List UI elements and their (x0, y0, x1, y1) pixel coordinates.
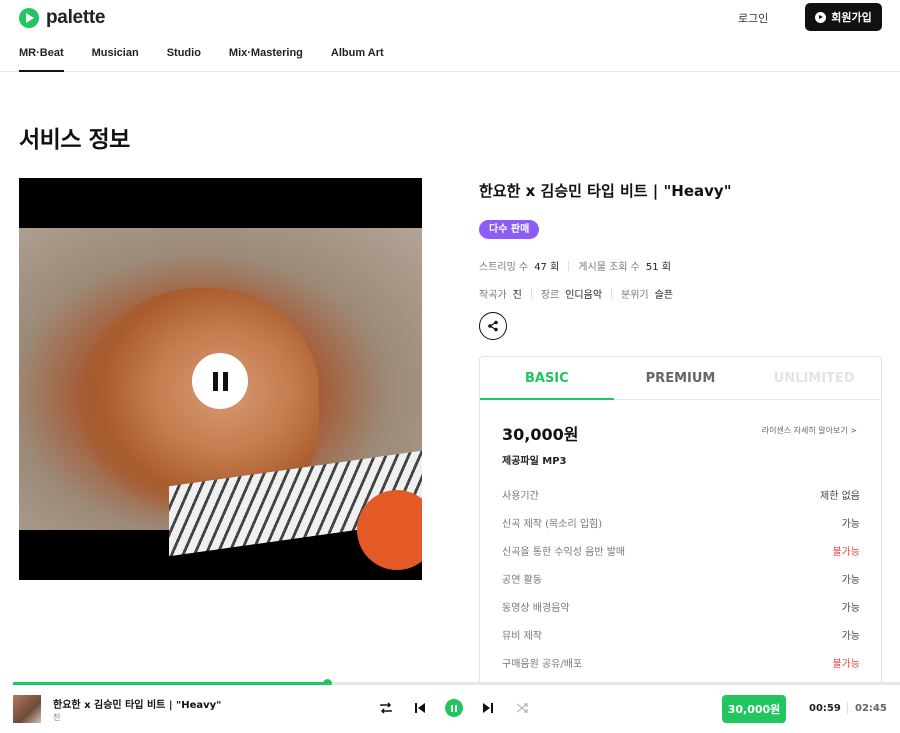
right-label: 뮤비 제작 (502, 631, 542, 642)
list-item: 사용기간 제한 없음 (502, 487, 860, 515)
play-bubble-icon (815, 11, 827, 23)
right-label: 동영상 배경음악 (502, 603, 570, 614)
track-thumbnail[interactable] (13, 695, 41, 723)
list-item: 뮤비 제작 가능 (502, 627, 860, 655)
right-value: 가능 (841, 631, 860, 642)
right-value: 가능 (841, 519, 860, 530)
file-type: 제공파일 MP3 (502, 456, 567, 467)
right-label: 신곡 제작 (목소리 입힘) (502, 519, 603, 530)
tab-premium[interactable]: PREMIUM (614, 357, 748, 399)
right-value: 불가능 (832, 547, 860, 558)
divider (847, 702, 848, 714)
nav-item-musician[interactable]: Musician (92, 47, 139, 72)
right-label: 사용기간 (502, 491, 539, 502)
divider (611, 288, 613, 299)
pause-icon (445, 699, 463, 717)
pause-icon (212, 371, 218, 391)
video-player[interactable] (19, 178, 422, 580)
share-button[interactable] (479, 312, 507, 340)
signup-label: 회원가입 (831, 11, 872, 24)
genre-label: 장르 (540, 290, 560, 301)
current-time: 00:59 (809, 703, 841, 714)
right-value: 불가능 (832, 659, 860, 670)
list-item: 동영상 배경음악 가능 (502, 599, 860, 627)
right-value: 제한 없음 (820, 491, 860, 502)
right-label: 구매음원 공유/배포 (502, 659, 583, 670)
repeat-icon (380, 702, 392, 714)
divider (568, 260, 570, 271)
logo-text: palette (46, 7, 106, 28)
mood-value: 슬픈 (654, 290, 674, 301)
track-info: 작곡가 진 장르 인디음악 분위기 슬픈 (479, 286, 673, 301)
composer-label: 작곡가 (479, 290, 507, 301)
video-pause-button[interactable] (192, 353, 248, 409)
play-pause-button[interactable] (445, 699, 463, 717)
list-item: 공연 활동 가능 (502, 571, 860, 599)
genre-value: 인디음악 (565, 290, 603, 301)
player-track-title[interactable]: 한요한 x 김승민 타입 비트 | "Heavy" (53, 696, 221, 711)
license-detail-link[interactable]: 라이센스 자세히 알아보기 > (762, 425, 857, 436)
video-badge (357, 490, 422, 570)
divider (530, 288, 532, 299)
license-rights-list: 사용기간 제한 없음 신곡 제작 (목소리 입힘) 가능 신곡을 통한 수익성 … (502, 487, 860, 683)
player-controls (377, 699, 531, 717)
palette-logo-icon (19, 8, 39, 28)
nav-item-studio[interactable]: Studio (167, 47, 201, 72)
sale-badge: 다수 판매 (479, 220, 540, 239)
license-tabs: BASIC PREMIUM UNLIMITED (480, 357, 881, 400)
list-item: 신곡을 통한 수익성 음반 발매 불가능 (502, 543, 860, 571)
track-title: 한요한 x 김승민 타입 비트 | "Heavy" (479, 182, 732, 200)
composer-value[interactable]: 진 (513, 286, 522, 301)
bottom-player: 한요한 x 김승민 타입 비트 | "Heavy" 진 30,000원 00:5… (0, 685, 900, 733)
views-value: 51 회 (645, 262, 671, 273)
page-title: 서비스 정보 (19, 127, 130, 153)
login-link[interactable]: 로그인 (738, 10, 768, 26)
tab-basic[interactable]: BASIC (480, 357, 614, 400)
right-value: 가능 (841, 575, 860, 586)
shuffle-icon (516, 703, 528, 713)
skip-forward-icon (483, 703, 493, 713)
share-icon (488, 320, 498, 332)
previous-button[interactable] (411, 699, 429, 717)
shuffle-button[interactable] (513, 699, 531, 717)
list-item: 신곡 제작 (목소리 입힘) 가능 (502, 515, 860, 543)
main-nav: MR·Beat Musician Studio Mix·Mastering Al… (19, 47, 412, 72)
nav-item-mix-mastering[interactable]: Mix·Mastering (229, 47, 303, 72)
buy-button[interactable]: 30,000원 (722, 695, 786, 723)
license-price: 30,000원 (502, 425, 579, 444)
next-button[interactable] (479, 699, 497, 717)
nav-item-album-art[interactable]: Album Art (331, 47, 384, 72)
repeat-button[interactable] (377, 699, 395, 717)
streams-value: 47 회 (534, 262, 560, 273)
nav-item-mr-beat[interactable]: MR·Beat (19, 47, 64, 72)
license-panel: BASIC PREMIUM UNLIMITED 30,000원 라이센스 자세히… (479, 356, 882, 686)
right-value: 가능 (841, 603, 860, 614)
site-header: palette 로그인 회원가입 MR·Beat Musician Studio… (0, 0, 900, 72)
streams-label: 스트리밍 수 (479, 262, 529, 273)
right-label: 신곡을 통한 수익성 음반 발매 (502, 547, 626, 558)
total-time: 02:45 (855, 703, 887, 714)
player-artist[interactable]: 진 (53, 712, 60, 723)
skip-back-icon (415, 703, 425, 713)
views-label: 게시물 조회 수 (578, 262, 640, 273)
track-stats: 스트리밍 수 47 회 게시물 조회 수 51 회 (479, 258, 671, 273)
list-item: 구매음원 공유/배포 불가능 (502, 655, 860, 683)
tab-unlimited: UNLIMITED (773, 371, 855, 386)
right-label: 공연 활동 (502, 575, 542, 586)
mood-label: 분위기 (621, 290, 649, 301)
signup-button[interactable]: 회원가입 (805, 3, 882, 31)
logo[interactable]: palette (19, 7, 105, 29)
